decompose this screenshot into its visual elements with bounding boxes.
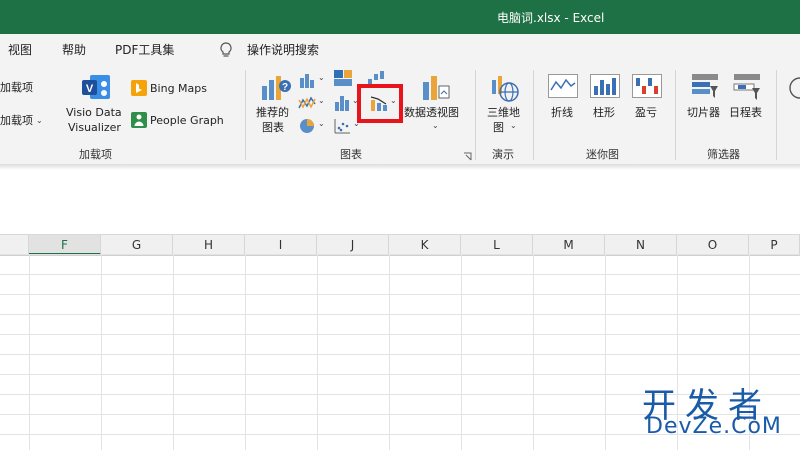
grid-line [245,254,246,450]
sparkline-column-icon [590,74,620,98]
grid-line [317,254,318,450]
grid-line [605,254,606,450]
column-header-partial[interactable] [0,235,29,255]
visio-label-line1: Visio Data [66,106,122,119]
column-header-i[interactable]: I [245,235,317,255]
column-header-j[interactable]: J [317,235,389,255]
slicer-label: 切片器 [687,106,720,119]
pivot-chart-icon [423,76,450,100]
watermark-en: DevZe.CoM [646,414,782,439]
pie-chart-icon[interactable] [298,117,316,135]
timeline-label: 日程表 [729,106,762,119]
window-title: 电脑词.xlsx - Excel [497,11,605,25]
bing-maps-label: Bing Maps [150,82,207,95]
3d-map-label-line2: 图 [493,121,504,134]
tours-group-label: 演示 [492,148,514,161]
grid-line [533,254,534,450]
group-divider [475,70,476,160]
menu-help[interactable]: 帮助 [62,41,86,58]
chevron-down-icon[interactable]: ⌄ [510,121,517,130]
sparklines-group-label: 迷你图 [586,148,619,161]
chevron-down-icon[interactable]: ⌄ [36,116,43,125]
svg-text:V: V [86,83,94,95]
people-graph-label: People Graph [150,114,224,127]
hierarchy-chart-icon[interactable] [333,69,353,87]
scatter-chart-icon[interactable] [333,117,351,135]
lightbulb-icon [220,42,232,57]
column-header-f[interactable]: F [29,235,101,255]
3d-map-label-line1: 三维地 [487,106,520,119]
menu-bar: 视图 帮助 PDF工具集 操作说明搜索 [0,34,800,64]
grid-line [173,254,174,450]
column-header-g[interactable]: G [101,235,173,255]
filters-group-label: 筛选器 [707,148,740,161]
title-bar: 电脑词.xlsx - Excel [0,0,800,34]
dialog-launcher-icon[interactable] [463,152,472,161]
statistic-chart-icon[interactable] [334,94,352,112]
get-addins-button[interactable]: 加载项 [0,81,33,95]
column-header-o[interactable]: O [677,235,749,255]
highlight-box [357,84,403,123]
my-addins-button[interactable]: 加载项 [0,114,33,128]
bing-maps-icon [131,80,147,96]
column-header-m[interactable]: M [533,235,605,255]
addins-group-label: 加载项 [79,148,112,161]
grid-line [389,254,390,450]
column-chart-icon[interactable] [298,71,316,89]
group-divider [245,70,246,160]
line-chart-icon[interactable] [298,94,316,112]
grid-line [461,254,462,450]
sparkline-winloss-label: 盈亏 [635,106,657,119]
ribbon-shadow [0,164,800,170]
svg-text:?: ? [282,82,288,93]
column-header-p[interactable]: P [749,235,800,255]
column-header-l[interactable]: L [461,235,533,255]
charts-group-label: 图表 [340,148,362,161]
chevron-down-icon[interactable]: ⌄ [318,73,325,82]
sparkline-winloss-icon [632,74,662,98]
link-icon[interactable] [788,76,800,100]
group-divider [675,70,676,160]
chevron-down-icon[interactable]: ⌄ [318,96,325,105]
people-graph-icon [131,112,147,128]
chevron-down-icon[interactable]: ⌄ [432,121,439,130]
timeline-icon [733,74,760,100]
sparkline-line-label: 折线 [551,106,573,119]
column-header-h[interactable]: H [173,235,245,255]
visio-icon: V [82,75,110,99]
sparkline-line-icon [548,74,578,98]
recommended-charts-label-line2: 图表 [262,121,284,134]
visio-label-line2: Visualizer [68,121,121,134]
grid-line [29,254,30,450]
slicer-icon [692,74,718,98]
recommended-charts-icon: ? [262,76,291,100]
pivot-chart-label: 数据透视图 [404,106,459,119]
recommended-charts-label-line1: 推荐的 [256,106,289,119]
column-header-k[interactable]: K [389,235,461,255]
sparkline-column-label: 柱形 [593,106,615,119]
chevron-down-icon[interactable]: ⌄ [318,119,325,128]
group-divider [776,70,777,160]
column-header-row: F G H I J K L M N O P [0,234,800,256]
column-header-n[interactable]: N [605,235,677,255]
tell-me-search[interactable]: 操作说明搜索 [247,41,319,58]
group-divider [533,70,534,160]
menu-view[interactable]: 视图 [8,41,32,58]
menu-pdf-tools[interactable]: PDF工具集 [115,41,174,58]
3d-map-icon [492,76,519,102]
grid-line [101,254,102,450]
